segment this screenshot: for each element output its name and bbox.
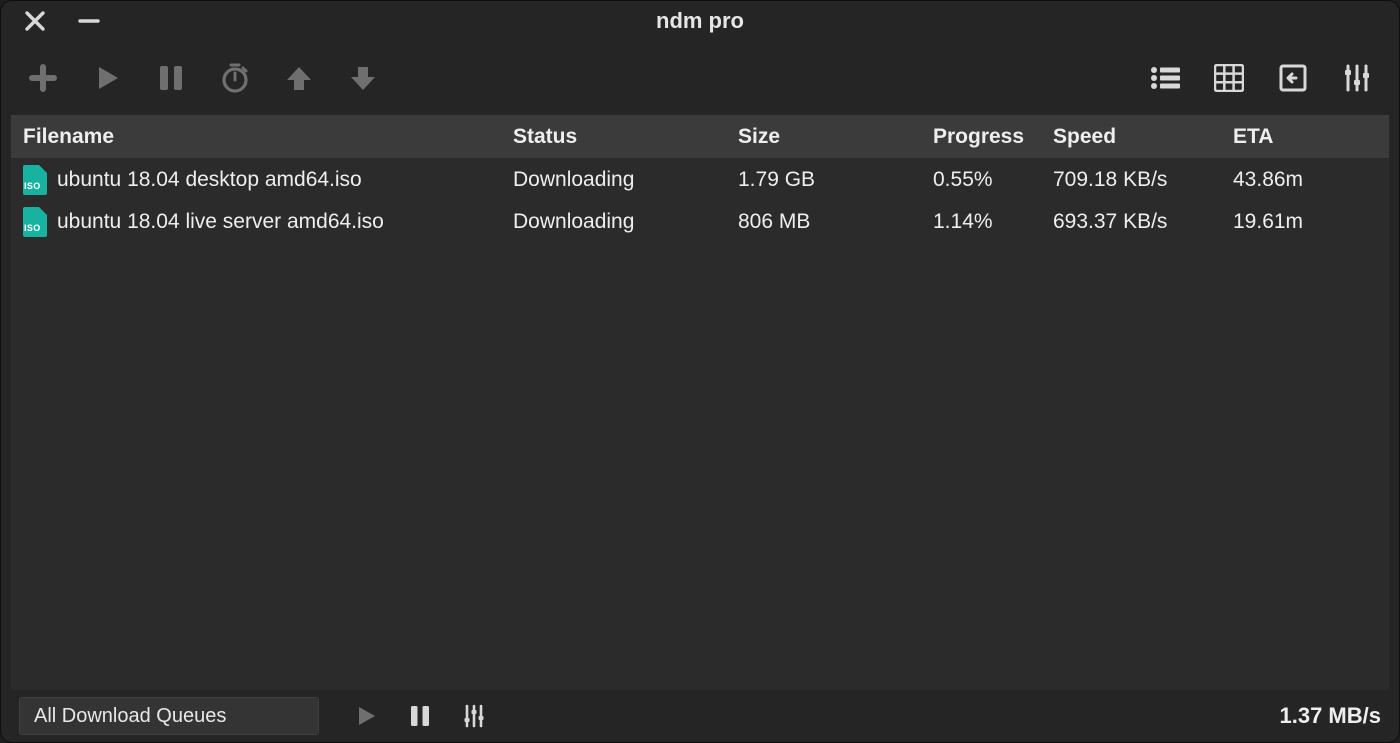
import-button[interactable] [1273,58,1313,98]
downloads-table: Filename Status Size Progress Speed ETA … [11,115,1389,690]
move-up-button[interactable] [279,58,319,98]
col-speed[interactable]: Speed [1041,115,1221,158]
pause-button[interactable] [151,58,191,98]
cell-speed: 693.37 KB/s [1041,201,1221,243]
table-row[interactable]: ubuntu 18.04 desktop amd64.iso Downloadin… [11,159,1389,201]
titlebar: ndm pro [1,1,1399,41]
app-window: ndm pro [0,0,1400,743]
close-icon[interactable] [15,1,55,41]
add-button[interactable] [23,58,63,98]
col-filename[interactable]: Filename [11,115,501,158]
queue-play-button[interactable] [349,699,383,733]
filename-text: ubuntu 18.04 desktop amd64.iso [57,168,362,192]
footer: All Download Queues 1.37 MB/s [1,690,1399,742]
cell-filename: ubuntu 18.04 desktop amd64.iso [11,159,501,201]
iso-file-icon [23,207,47,237]
list-view-button[interactable] [1145,58,1185,98]
cell-size: 806 MB [726,201,921,243]
window-title: ndm pro [1,8,1399,34]
cell-eta: 43.86m [1221,159,1341,201]
table-header: Filename Status Size Progress Speed ETA [11,115,1389,159]
queue-settings-button[interactable] [457,699,491,733]
cell-speed: 709.18 KB/s [1041,159,1221,201]
cell-eta: 19.61m [1221,201,1341,243]
toolbar [1,41,1399,115]
play-button[interactable] [87,58,127,98]
iso-file-icon [23,165,47,195]
cell-status: Downloading [501,159,726,201]
col-size[interactable]: Size [726,115,921,158]
queue-label: All Download Queues [34,705,226,728]
filename-text: ubuntu 18.04 live server amd64.iso [57,210,384,234]
timer-button[interactable] [215,58,255,98]
cell-progress: 0.55% [921,159,1041,201]
col-status[interactable]: Status [501,115,726,158]
cell-progress: 1.14% [921,201,1041,243]
minimize-icon[interactable] [69,1,109,41]
cell-status: Downloading [501,201,726,243]
queue-selector[interactable]: All Download Queues [19,697,319,735]
settings-button[interactable] [1337,58,1377,98]
col-progress[interactable]: Progress [921,115,1041,158]
grid-view-button[interactable] [1209,58,1249,98]
cell-size: 1.79 GB [726,159,921,201]
total-speed: 1.37 MB/s [1280,703,1382,729]
table-row[interactable]: ubuntu 18.04 live server amd64.iso Downlo… [11,201,1389,243]
queue-pause-button[interactable] [403,699,437,733]
cell-filename: ubuntu 18.04 live server amd64.iso [11,201,501,243]
col-eta[interactable]: ETA [1221,115,1341,158]
table-body: ubuntu 18.04 desktop amd64.iso Downloadin… [11,159,1389,690]
move-down-button[interactable] [343,58,383,98]
